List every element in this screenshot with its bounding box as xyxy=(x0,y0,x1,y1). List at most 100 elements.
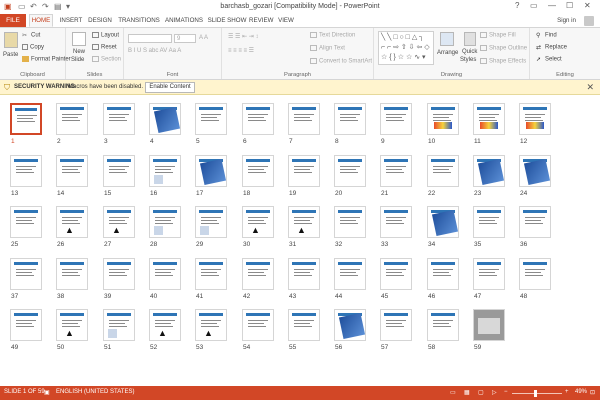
copy-button[interactable]: Copy xyxy=(22,44,44,51)
shape-fill-button[interactable]: Shape Fill xyxy=(480,32,516,39)
slide-thumbnail[interactable] xyxy=(427,103,459,135)
enable-content-button[interactable]: Enable Content xyxy=(145,82,195,93)
slideshow-view-icon[interactable]: ▷ xyxy=(492,389,497,396)
format-painter-button[interactable]: Format Painter xyxy=(22,56,71,63)
slide-thumbnail[interactable] xyxy=(519,103,551,135)
slide-thumbnail[interactable]: ▲ xyxy=(242,206,274,238)
font-size-combo[interactable]: 9 xyxy=(174,34,196,43)
avatar[interactable] xyxy=(584,16,594,26)
layout-button[interactable]: Layout xyxy=(92,32,119,39)
quick-styles-label[interactable]: Quick xyxy=(462,49,477,55)
maximize-icon[interactable]: ☐ xyxy=(566,1,573,10)
quick-styles-label-2[interactable]: Styles xyxy=(460,57,476,63)
replace-button[interactable]: ⇄ Replace xyxy=(536,44,567,51)
slide-sorter[interactable]: 1 2 3 4 5 6 7 8 9 10 11 12 13 14 15 16 17 18 19 20 21 22 23 24 2… xyxy=(0,95,600,386)
zoom-out-icon[interactable]: − xyxy=(504,389,508,395)
help-icon[interactable]: ? xyxy=(515,1,519,10)
slide-thumbnail[interactable] xyxy=(195,103,227,135)
tab-slide-show[interactable]: SLIDE SHOW xyxy=(207,14,247,27)
new-slide-label-2[interactable]: Slide xyxy=(71,57,84,63)
zoom-in-icon[interactable]: + xyxy=(565,389,569,395)
tab-review[interactable]: REVIEW xyxy=(249,14,273,27)
slide-thumbnail[interactable] xyxy=(380,309,412,341)
slide-thumbnail[interactable] xyxy=(473,103,505,135)
slide-thumbnail[interactable] xyxy=(149,258,181,290)
slide-thumbnail[interactable] xyxy=(473,155,505,187)
shape-outline-button[interactable]: Shape Outline xyxy=(480,45,527,52)
slide-thumbnail[interactable] xyxy=(427,309,459,341)
slide-thumbnail[interactable] xyxy=(427,155,459,187)
slide-thumbnail[interactable] xyxy=(103,103,135,135)
slide-thumbnail[interactable] xyxy=(56,155,88,187)
spellcheck-icon[interactable]: ▣ xyxy=(44,389,50,396)
slide-thumbnail[interactable] xyxy=(103,309,135,341)
zoom-slider-thumb[interactable] xyxy=(534,390,537,397)
slide-thumbnail[interactable]: ▲ xyxy=(56,206,88,238)
slide-thumbnail[interactable] xyxy=(334,258,366,290)
slide-thumbnail[interactable] xyxy=(288,155,320,187)
tab-design[interactable]: DESIGN xyxy=(86,14,114,27)
slide-thumbnail[interactable] xyxy=(519,206,551,238)
new-slide-icon[interactable] xyxy=(72,32,86,46)
slide-thumbnail[interactable] xyxy=(242,309,274,341)
normal-view-icon[interactable]: ▭ xyxy=(450,389,456,396)
slide-thumbnail[interactable] xyxy=(334,103,366,135)
tab-home[interactable]: HOME xyxy=(29,14,53,27)
paste-icon[interactable] xyxy=(4,32,18,48)
font-name-combo[interactable] xyxy=(128,34,172,43)
reading-view-icon[interactable]: ▢ xyxy=(478,389,484,396)
convert-smartart-button[interactable]: Convert to SmartArt xyxy=(310,58,372,65)
slide-thumbnail[interactable] xyxy=(242,103,274,135)
align-text-button[interactable]: Align Text xyxy=(310,45,345,52)
slide-thumbnail[interactable] xyxy=(242,155,274,187)
slide-sorter-icon[interactable]: ▦ xyxy=(464,389,470,396)
text-direction-button[interactable]: Text Direction xyxy=(310,32,355,39)
reset-button[interactable]: Reset xyxy=(92,44,117,51)
slide-thumbnail[interactable] xyxy=(519,258,551,290)
arrange-icon[interactable] xyxy=(440,32,454,46)
slide-thumbnail[interactable]: ▲ xyxy=(103,206,135,238)
slide-thumbnail[interactable]: ▲ xyxy=(195,309,227,341)
slide-thumbnail[interactable] xyxy=(149,155,181,187)
slide-thumbnail[interactable] xyxy=(380,103,412,135)
close-icon[interactable]: ✕ xyxy=(586,82,594,93)
slide-counter[interactable]: SLIDE 1 OF 59 xyxy=(4,389,45,395)
slide-thumbnail[interactable]: ▲ xyxy=(149,309,181,341)
slide-thumbnail[interactable] xyxy=(380,155,412,187)
select-button[interactable]: ➚ Select xyxy=(536,56,562,63)
slide-thumbnail[interactable] xyxy=(473,309,505,341)
fit-slide-icon[interactable]: ⊡ xyxy=(590,389,595,396)
slide-thumbnail[interactable] xyxy=(380,258,412,290)
tab-transitions[interactable]: TRANSITIONS xyxy=(117,14,161,27)
slide-thumbnail[interactable] xyxy=(10,258,42,290)
zoom-level[interactable]: 49% xyxy=(575,389,587,395)
paste-button[interactable]: Paste xyxy=(3,52,18,58)
slide-thumbnail[interactable] xyxy=(288,103,320,135)
cut-button[interactable]: ✂ Cut xyxy=(22,32,40,39)
slide-thumbnail[interactable] xyxy=(195,258,227,290)
slide-thumbnail[interactable] xyxy=(10,309,42,341)
shape-line-icon[interactable]: ╲ ╲ □ ○ □ △ ┐ xyxy=(381,33,424,41)
slide-thumbnail[interactable] xyxy=(56,103,88,135)
zoom-slider[interactable] xyxy=(512,393,562,394)
slide-thumbnail[interactable] xyxy=(334,206,366,238)
slide-thumbnail[interactable] xyxy=(427,258,459,290)
slide-thumbnail[interactable] xyxy=(334,309,366,341)
slide-thumbnail[interactable] xyxy=(10,103,42,135)
close-icon[interactable]: ✕ xyxy=(584,1,591,10)
slide-thumbnail[interactable] xyxy=(103,155,135,187)
tab-animations[interactable]: ANIMATIONS xyxy=(163,14,205,27)
section-button[interactable]: Section xyxy=(92,56,121,63)
slide-thumbnail[interactable] xyxy=(149,103,181,135)
slide-thumbnail[interactable] xyxy=(519,155,551,187)
slide-thumbnail[interactable] xyxy=(195,155,227,187)
slide-thumbnail[interactable] xyxy=(195,206,227,238)
language-status[interactable]: ENGLISH (UNITED STATES) xyxy=(56,389,134,395)
grow-font-icon[interactable]: A A xyxy=(199,35,208,41)
bullets-icon[interactable]: ☰ ☰ ⇤ ⇥ ↕ xyxy=(228,33,258,40)
font-format-buttons[interactable]: B I U S abc AV Aa A xyxy=(128,48,181,54)
find-button[interactable]: ⚲ Find xyxy=(536,32,557,39)
tab-insert[interactable]: INSERT xyxy=(58,14,84,27)
ribbon-display-icon[interactable]: ▭ xyxy=(530,1,538,10)
slide-thumbnail[interactable] xyxy=(473,258,505,290)
